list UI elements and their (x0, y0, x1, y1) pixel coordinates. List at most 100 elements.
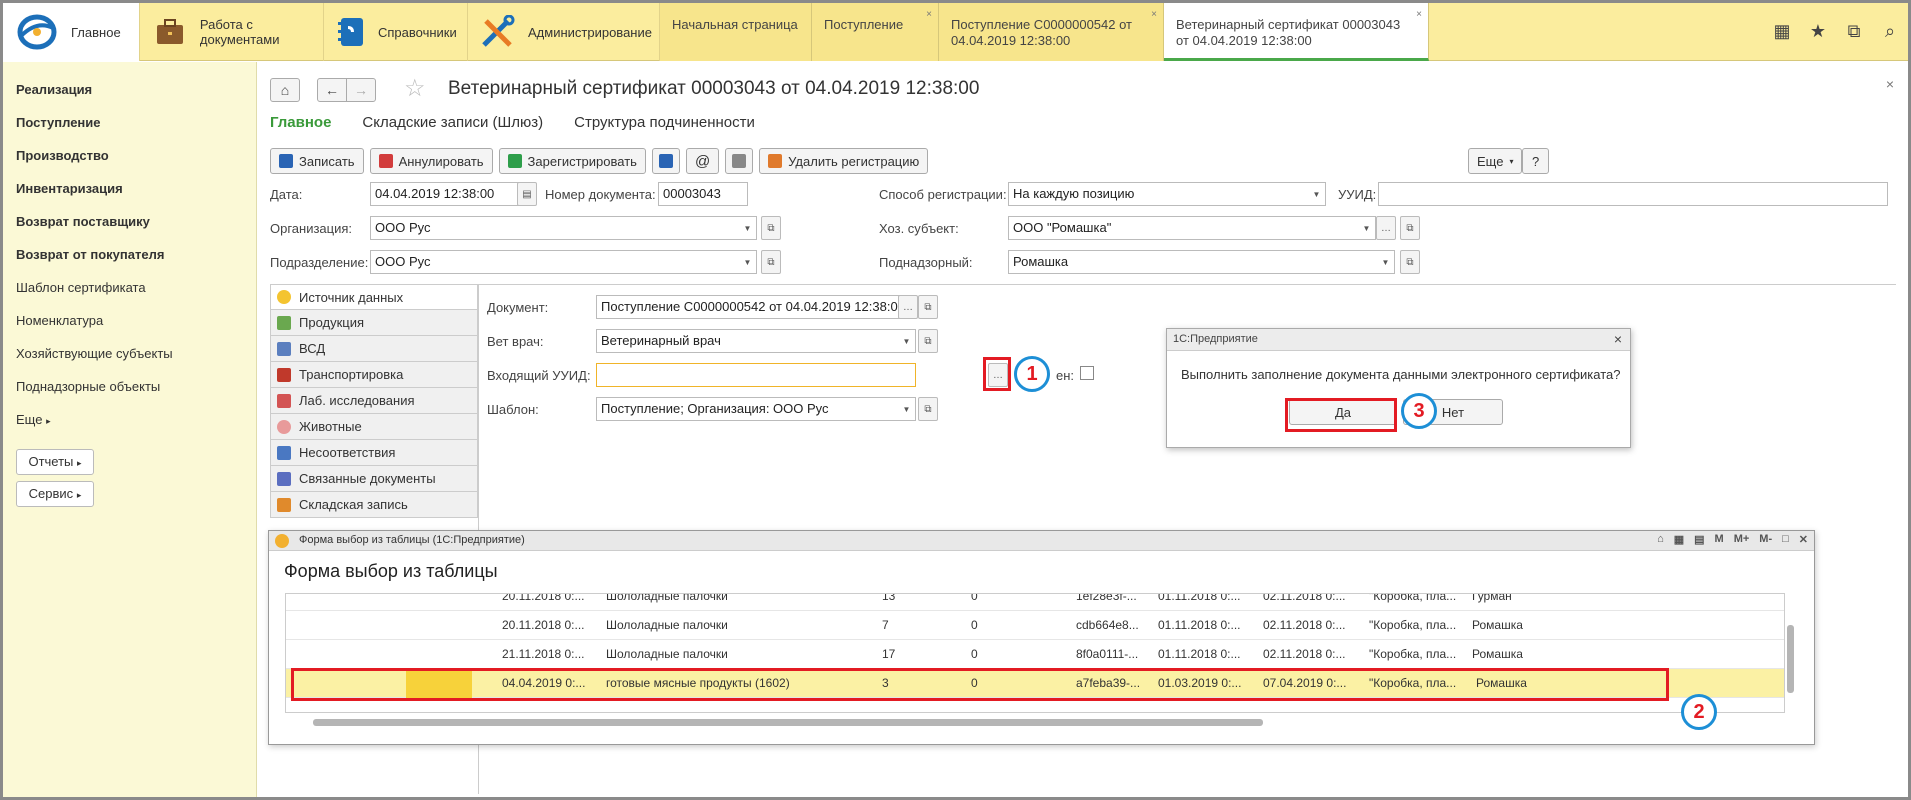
vet-select[interactable]: Ветеринарный врач (596, 329, 906, 353)
open-icon[interactable]: ⧉ (761, 250, 781, 274)
nav-warehouse-records[interactable]: Складские записи (Шлюз) (362, 114, 543, 131)
table-row[interactable]: 20.11.2018 0:... Шололадные палочки 13 0… (286, 594, 1784, 611)
select-ellipsis-icon[interactable]: … (1376, 216, 1396, 240)
tab-receipts[interactable]: Поступление × (812, 3, 939, 61)
side-tab-vsd[interactable]: ВСД (270, 336, 478, 362)
horizontal-scrollbar[interactable] (293, 717, 1788, 727)
side-tab-products[interactable]: Продукция (270, 310, 478, 336)
close-icon[interactable]: × (1886, 76, 1894, 92)
template-select[interactable]: Поступление; Организация: ООО Рус (596, 397, 906, 421)
nav-item[interactable]: Производство (3, 148, 256, 181)
open-icon[interactable]: ⧉ (918, 295, 938, 319)
checkbox[interactable] (1080, 366, 1094, 380)
table-row[interactable]: 20.11.2018 0:... Шололадные палочки 7 0 … (286, 611, 1784, 640)
nav-item-more[interactable]: Еще ▸ (3, 412, 256, 445)
home-icon[interactable]: ⌂ (1657, 533, 1664, 546)
register-button[interactable]: Зарегистрировать (498, 148, 646, 174)
side-tab-transport[interactable]: Транспортировка (270, 362, 478, 388)
nav-item[interactable]: Хозяйствующие субъекты (3, 346, 256, 379)
history-icon[interactable]: ⧉ (1836, 21, 1872, 42)
memory-m-button[interactable]: M (1715, 533, 1724, 546)
section-references[interactable]: Справочники (324, 3, 468, 61)
chevron-down-icon[interactable]: ▼ (1358, 216, 1376, 240)
open-icon[interactable]: ⧉ (1400, 250, 1420, 274)
tab-receipt-doc[interactable]: Поступление С0000000542 от 04.04.2019 12… (939, 3, 1164, 61)
grid-icon[interactable]: ▦ (1764, 21, 1800, 42)
lab-button[interactable] (651, 148, 680, 174)
close-icon[interactable]: ✕ (1799, 533, 1808, 546)
annul-button[interactable]: Аннулировать (369, 148, 493, 174)
section-admin[interactable]: Администрирование (468, 3, 660, 61)
chevron-down-icon[interactable]: ▼ (1377, 250, 1395, 274)
close-icon[interactable]: × (1151, 7, 1157, 23)
calculator-icon[interactable]: ▦ (1674, 533, 1684, 546)
doc-number-field[interactable]: 00003043 (658, 182, 748, 206)
nav-item[interactable]: Реализация (3, 82, 256, 115)
side-tab-mismatches[interactable]: Несоответствия (270, 440, 478, 466)
nav-structure[interactable]: Структура подчиненности (574, 114, 755, 131)
close-icon[interactable]: × (926, 7, 932, 23)
side-tab-animals[interactable]: Животные (270, 414, 478, 440)
open-icon[interactable]: ⧉ (918, 397, 938, 421)
email-button[interactable]: @ (685, 148, 720, 174)
uuid-field[interactable] (1378, 182, 1888, 206)
back-button[interactable]: ← (317, 78, 347, 102)
open-icon[interactable]: ⧉ (918, 329, 938, 353)
nav-main[interactable]: Главное (270, 114, 331, 131)
open-icon[interactable]: ⧉ (1400, 216, 1420, 240)
vertical-scrollbar[interactable] (1787, 595, 1797, 709)
more-button[interactable]: Еще ▾ (1468, 148, 1523, 174)
source-doc-field[interactable]: Поступление С0000000542 от 04.04.2019 12… (596, 295, 900, 319)
home-button[interactable]: ⌂ (270, 78, 300, 102)
nav-item[interactable]: Поступление (3, 115, 256, 148)
calendar-icon[interactable]: ▤ (1694, 533, 1704, 546)
date-field[interactable]: 04.04.2019 12:38:00 (370, 182, 520, 206)
nav-item[interactable]: Инвентаризация (3, 181, 256, 214)
maximize-icon[interactable]: □ (1782, 533, 1789, 546)
memory-minus-button[interactable]: M- (1759, 533, 1772, 546)
dept-select[interactable]: ООО Рус (370, 250, 757, 274)
close-icon[interactable]: × (1416, 7, 1422, 23)
close-icon[interactable]: × (1614, 331, 1622, 347)
reg-method-select[interactable]: На каждую позицию (1008, 182, 1314, 206)
delete-registration-button[interactable]: Удалить регистрацию (759, 148, 929, 174)
service-button[interactable]: Сервис ▸ (16, 481, 94, 507)
side-tab-warehouse[interactable]: Складская запись (270, 492, 478, 518)
supervised-select[interactable]: Ромашка (1008, 250, 1395, 274)
side-tab-source[interactable]: Источник данных (270, 284, 478, 310)
print-button[interactable] (725, 148, 754, 174)
help-button[interactable]: ? (1522, 148, 1550, 174)
nav-item[interactable]: Возврат поставщику (3, 214, 256, 247)
memory-plus-button[interactable]: M+ (1734, 533, 1750, 546)
chevron-down-icon[interactable]: ▼ (739, 216, 757, 240)
scroll-thumb[interactable] (313, 719, 1263, 726)
nav-item[interactable]: Номенклатура (3, 313, 256, 346)
incoming-uuid-field[interactable] (596, 363, 916, 387)
chevron-down-icon[interactable]: ▼ (898, 397, 916, 421)
star-icon[interactable]: ★ (1800, 21, 1836, 42)
tab-vet-certificate[interactable]: Ветеринарный сертификат 00003043 от 04.0… (1164, 3, 1429, 61)
open-icon[interactable]: ⧉ (761, 216, 781, 240)
section-main[interactable]: Главное (3, 3, 140, 61)
section-documents[interactable]: Работа с документами (140, 3, 324, 61)
nav-item[interactable]: Возврат от покупателя (3, 247, 256, 280)
calendar-icon[interactable]: ▤ (517, 182, 537, 206)
subject-select[interactable]: ООО "Ромашка" (1008, 216, 1368, 240)
forward-button[interactable]: → (346, 78, 376, 102)
nav-item[interactable]: Поднадзорные объекты (3, 379, 256, 412)
table-row[interactable]: 21.11.2018 0:... Шололадные палочки 17 0… (286, 640, 1784, 669)
reports-button[interactable]: Отчеты ▸ (16, 449, 94, 475)
chevron-down-icon[interactable]: ▼ (739, 250, 757, 274)
side-tab-linked-docs[interactable]: Связанные документы (270, 466, 478, 492)
nav-item[interactable]: Шаблон сертификата (3, 280, 256, 313)
save-button[interactable]: Записать (270, 148, 364, 174)
chevron-down-icon[interactable]: ▼ (1308, 182, 1326, 206)
select-ellipsis-icon[interactable]: … (898, 295, 918, 319)
chevron-down-icon[interactable]: ▼ (898, 329, 916, 353)
scroll-thumb[interactable] (1787, 625, 1794, 693)
favorite-star-icon[interactable]: ☆ (404, 74, 426, 103)
org-select[interactable]: ООО Рус (370, 216, 757, 240)
tab-home-page[interactable]: Начальная страница (660, 3, 812, 61)
side-tab-lab[interactable]: Лаб. исследования (270, 388, 478, 414)
search-icon[interactable]: ⌕ (1872, 21, 1908, 42)
